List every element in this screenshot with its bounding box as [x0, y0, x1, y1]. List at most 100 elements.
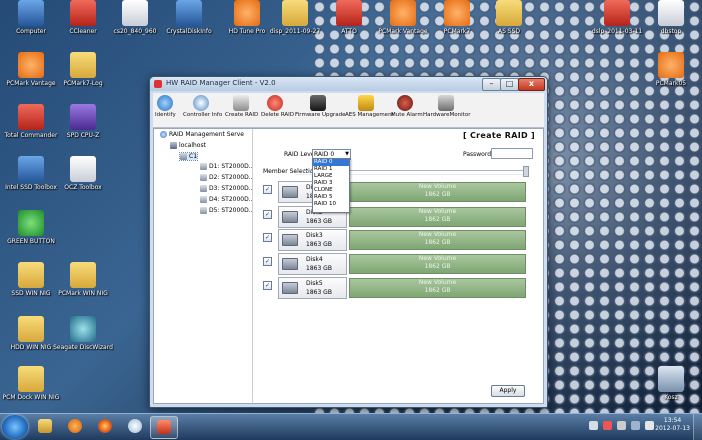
create-raid-button[interactable]: Create RAID — [225, 94, 258, 126]
host-icon — [170, 142, 177, 149]
keyboard-icon[interactable] — [589, 421, 598, 430]
start-button[interactable] — [2, 415, 28, 439]
raid-option[interactable]: LARGE — [313, 173, 349, 180]
delete-raid-icon — [267, 95, 283, 111]
disk-checkbox[interactable]: ✓ — [263, 210, 272, 219]
disk-checkbox[interactable]: ✓ — [263, 281, 272, 290]
folder-icon — [496, 0, 522, 26]
create-raid-panel: [ Create RAID ] RAID Level RAID 0 ▼ RAID … — [253, 129, 543, 403]
hard-drive-icon — [282, 234, 298, 246]
raid-option[interactable]: RAID 5 — [313, 194, 349, 201]
ocz-icon — [70, 156, 96, 182]
alert-icon[interactable] — [603, 421, 612, 430]
desktop-icon-dbstop[interactable]: dbstop — [640, 0, 702, 52]
pcmark-icon — [18, 52, 44, 78]
delete-raid-button[interactable]: Delete RAID — [261, 94, 294, 126]
tree-disk[interactable]: D1: ST2000D... — [200, 163, 254, 170]
tree-disk[interactable]: D2: ST2000D... — [200, 174, 254, 181]
taskbar-explorer[interactable] — [32, 416, 58, 437]
controller-info-button[interactable]: Controller Info — [183, 94, 222, 126]
speaker-icon[interactable] — [645, 421, 654, 430]
tree-controller[interactable]: C1 — [178, 152, 199, 161]
tree-disk[interactable]: D4: ST2000D... — [200, 196, 254, 203]
hardware-monitor-button[interactable]: HardwareMonitor — [423, 94, 470, 126]
desktop-icon-crystaldiskinfo[interactable]: CrystalDiskInfo — [158, 0, 220, 52]
taskbar-paint[interactable] — [122, 416, 148, 437]
raid-option[interactable]: RAID 3 — [313, 180, 349, 187]
disk-tile[interactable]: Disk5 1863 GB — [278, 277, 347, 299]
desktop-icon-recycle-bin[interactable]: Kosz — [640, 366, 702, 413]
aes-management-button[interactable]: AES Management — [345, 94, 394, 126]
show-desktop-button[interactable] — [693, 414, 702, 440]
toolbar: Identify Controller Info Create RAID Del… — [153, 93, 544, 128]
disk-checkbox[interactable]: ✓ — [263, 233, 272, 242]
raid-option[interactable]: RAID 1 — [313, 166, 349, 173]
desktop-icon-ocz-toolbox[interactable]: OCZ Toolbox — [52, 156, 114, 208]
member-slider-handle[interactable] — [523, 166, 529, 177]
disk-row: ✓ Disk4 1863 GB New Volume 1862 GB — [263, 253, 526, 275]
maximize-button[interactable]: □ — [500, 78, 519, 91]
hard-drive-icon — [282, 258, 298, 270]
volume-icon[interactable] — [631, 421, 640, 430]
desktop-icon-cs20[interactable]: cs20_840_960 — [104, 0, 166, 52]
app-icon — [604, 0, 630, 26]
apply-button[interactable]: Apply — [491, 385, 525, 397]
volume-bar[interactable]: New Volume 1862 GB — [349, 254, 526, 274]
desktop-icon-pcmark7-log[interactable]: PCMark7-Log — [52, 52, 114, 104]
disk-info-icon — [176, 0, 202, 26]
minimize-button[interactable]: – — [482, 78, 501, 91]
desktop-icon-pcm-dock[interactable]: PCM Dock WIN NIG — [0, 366, 62, 413]
desktop-icon-as-ssd[interactable]: AS SSD — [478, 0, 540, 52]
taskbar: 13:54 2012-07-13 — [0, 413, 702, 440]
desktop-icon-discwizard[interactable]: Seagate DiscWizard — [52, 316, 114, 368]
volume-bar[interactable]: New Volume 1862 GB — [349, 278, 526, 298]
tree-disk[interactable]: D3: ST2000D... — [200, 185, 254, 192]
chart-app-icon — [122, 0, 148, 26]
folder-icon — [70, 262, 96, 288]
pcmark-icon — [658, 52, 684, 78]
desktop-icon-pcmark-vantage[interactable]: PCMark Vantage — [372, 0, 434, 52]
desktop-icon-atto[interactable]: ATTO — [318, 0, 380, 52]
desktop-icon-disp[interactable]: disp_2011-09-27 — [264, 0, 326, 52]
desktop-icon-pcmark-win[interactable]: PCMark WIN NIG — [52, 262, 114, 314]
close-button[interactable]: x — [518, 78, 545, 91]
desktop-icon-cpuz[interactable]: SPD CPU-Z — [52, 104, 114, 156]
disk-checkbox[interactable]: ✓ — [263, 257, 272, 266]
raid-option[interactable]: RAID 0 — [313, 159, 349, 166]
taskbar-firefox[interactable] — [92, 416, 118, 437]
folder-icon — [18, 316, 44, 342]
taskbar-raid-manager[interactable] — [150, 416, 178, 439]
desktop-icon-dslp[interactable]: dslp_2011-03-11 — [586, 0, 648, 52]
volume-bar[interactable]: New Volume 1862 GB — [349, 182, 526, 202]
content-area: RAID Management Serve localhost C1 D1: S… — [153, 128, 544, 404]
volume-bar[interactable]: New Volume 1862 GB — [349, 207, 526, 227]
identify-icon — [157, 95, 173, 111]
pcmark-icon — [444, 0, 470, 26]
desktop-icon-green-button[interactable]: GREEN BUTTON — [0, 210, 62, 262]
info-icon — [193, 95, 209, 111]
network-icon[interactable] — [617, 421, 626, 430]
lock-icon — [358, 95, 374, 111]
system-clock[interactable]: 13:54 2012-07-13 — [655, 417, 690, 433]
identify-button[interactable]: Identify — [155, 94, 176, 126]
disk-tile[interactable]: Disk3 1863 GB — [278, 229, 347, 251]
raid-option[interactable]: CLONE — [313, 187, 349, 194]
tree-host[interactable]: localhost — [170, 142, 206, 149]
raid-option[interactable]: RAID 10 — [313, 201, 349, 208]
password-field[interactable] — [491, 148, 533, 159]
volume-bar[interactable]: New Volume 1862 GB — [349, 230, 526, 250]
tree-root[interactable]: RAID Management Serve — [160, 131, 244, 138]
disk-row: ✓ Disk5 1863 GB New Volume 1862 GB — [263, 277, 526, 299]
disk-checkbox[interactable]: ✓ — [263, 185, 272, 194]
folder-icon — [18, 366, 44, 392]
taskbar-media-player[interactable] — [62, 416, 88, 437]
firmware-upgrade-button[interactable]: Firmware Upgrade — [295, 94, 345, 126]
disk-icon — [200, 163, 207, 170]
intel-icon — [18, 156, 44, 182]
desktop-icon-pcmark05[interactable]: PCMark05 — [640, 52, 702, 104]
tree-disk[interactable]: D5: ST2000D... — [200, 207, 254, 214]
mute-alarm-button[interactable]: Mute Alarm — [391, 94, 423, 126]
atto-icon — [336, 0, 362, 26]
disk-tile[interactable]: Disk4 1863 GB — [278, 253, 347, 275]
title-bar[interactable]: HW RAID Manager Client - V2.0 – □ x — [150, 77, 547, 91]
